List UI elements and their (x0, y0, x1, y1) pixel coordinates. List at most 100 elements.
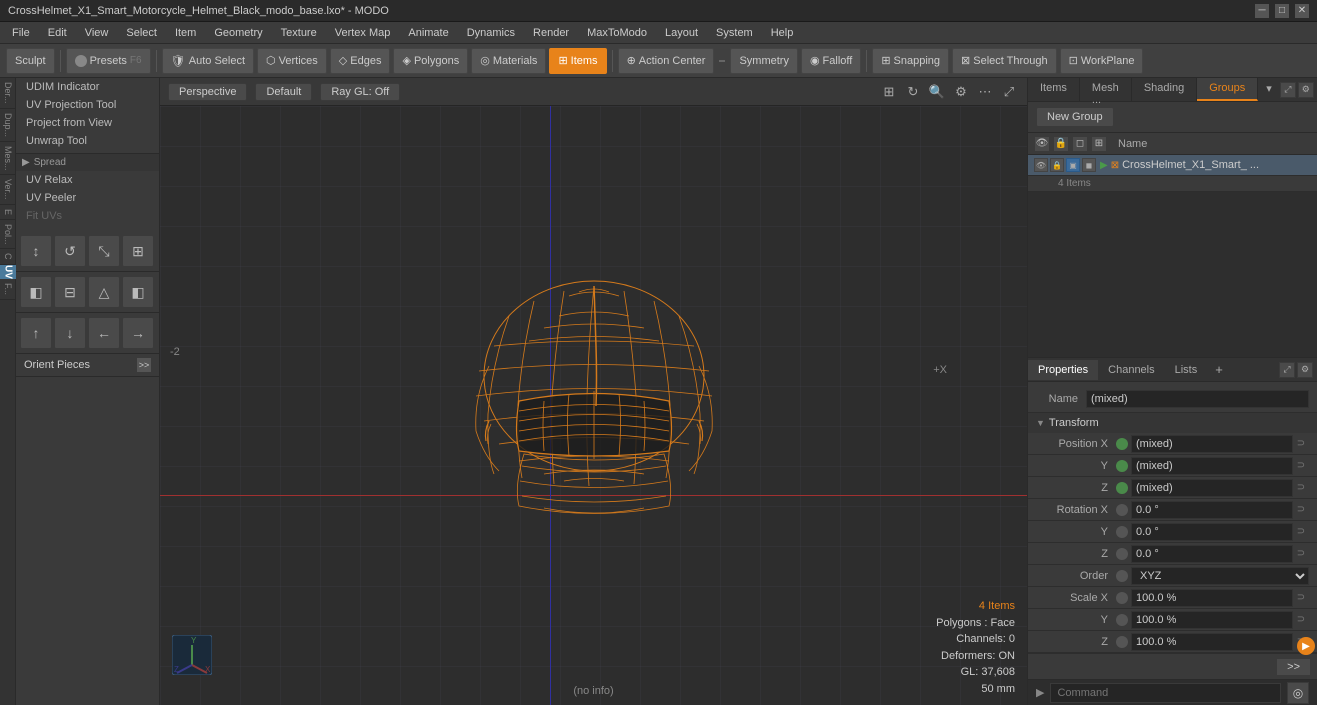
props-add-button[interactable]: + (1207, 358, 1231, 381)
vert-label-vert[interactable]: Ver... (0, 175, 15, 205)
props-expand-button[interactable]: ⤢ (1279, 362, 1295, 378)
props-more-button[interactable]: >> (1276, 658, 1311, 676)
panel-expand-button[interactable]: ⤢ (1280, 82, 1296, 98)
vertices-button[interactable]: ⬡ Vertices (257, 48, 327, 74)
order-select[interactable]: XYZ (1131, 567, 1309, 585)
gi-eye-icon[interactable]: 👁 (1034, 158, 1048, 172)
vert-label-mes[interactable]: Mes... (0, 142, 15, 176)
scale-z-input[interactable] (1131, 633, 1293, 651)
tool-icon-scale[interactable]: ⤡ (88, 235, 120, 267)
gi-render-icon[interactable]: ▣ (1066, 158, 1080, 172)
falloff-button[interactable]: ◉ Falloff (801, 48, 861, 74)
transform-section-header[interactable]: ▼ Transform (1028, 413, 1317, 433)
list-icon-lock[interactable]: 🔒 (1053, 136, 1069, 152)
position-y-input[interactable] (1131, 457, 1293, 475)
viewport-canvas[interactable]: -2 +X 4 Items Polygons : Face Channels: … (160, 106, 1027, 705)
scale-x-input[interactable] (1131, 589, 1293, 607)
menu-help[interactable]: Help (763, 25, 802, 41)
close-button[interactable]: ✕ (1295, 4, 1309, 18)
sculpt-button[interactable]: Sculpt (6, 48, 55, 74)
position-z-link-btn[interactable]: ⊃ (1293, 480, 1309, 496)
menu-system[interactable]: System (708, 25, 761, 41)
materials-button[interactable]: ◎ Materials (471, 48, 546, 74)
vert-label-f[interactable]: F... (0, 279, 15, 300)
menu-item[interactable]: Item (167, 25, 204, 41)
list-icon-box[interactable]: ◻ (1072, 136, 1088, 152)
props-tab-lists[interactable]: Lists (1165, 360, 1208, 380)
uv-projection-tool[interactable]: UV Projection Tool (16, 96, 159, 114)
tool-icon-select3[interactable]: △ (88, 276, 120, 308)
menu-render[interactable]: Render (525, 25, 577, 41)
command-run-button[interactable]: ◎ (1287, 682, 1309, 704)
polygons-button[interactable]: ◈ Polygons (393, 48, 468, 74)
rotation-z-link-btn[interactable]: ⊃ (1293, 546, 1309, 562)
tool-icon-transform[interactable]: ⊞ (122, 235, 154, 267)
menu-edit[interactable]: Edit (40, 25, 75, 41)
items-button[interactable]: ⊞ Items (549, 48, 606, 74)
minimize-button[interactable]: ─ (1255, 4, 1269, 18)
tool-icon-select4[interactable]: ◧ (122, 276, 154, 308)
vp-icon-settings[interactable]: ⚙ (951, 82, 971, 102)
position-x-input[interactable] (1131, 435, 1293, 453)
rotation-x-input[interactable] (1131, 501, 1293, 519)
auto-select-button[interactable]: 🛡 Auto Select (162, 48, 255, 74)
group-item[interactable]: 👁 🔒 ▣ ◼ ▶ ⊠ CrossHelmet_X1_Smart_ ... (1028, 155, 1317, 176)
orange-action-button[interactable]: ▶ (1297, 637, 1315, 655)
position-x-link-btn[interactable]: ⊃ (1293, 436, 1309, 452)
menu-view[interactable]: View (77, 25, 117, 41)
position-y-link-btn[interactable]: ⊃ (1293, 458, 1309, 474)
position-z-input[interactable] (1131, 479, 1293, 497)
tool-icon-select2[interactable]: ⊟ (54, 276, 86, 308)
scale-y-link-btn[interactable]: ⊃ (1293, 612, 1309, 628)
vert-label-der[interactable]: Der... (0, 78, 15, 109)
vert-label-e[interactable]: E (0, 205, 15, 220)
rotation-x-link-btn[interactable]: ⊃ (1293, 502, 1309, 518)
rotation-y-input[interactable] (1131, 523, 1293, 541)
menu-file[interactable]: File (4, 25, 38, 41)
edges-button[interactable]: ◇ Edges (330, 48, 391, 74)
menu-vertex-map[interactable]: Vertex Map (327, 25, 399, 41)
props-gear-button[interactable]: ⚙ (1297, 362, 1313, 378)
fit-uvs-tool[interactable]: Fit UVs (16, 207, 159, 225)
ray-gl-button[interactable]: Ray GL: Off (320, 83, 400, 101)
list-icon-grid[interactable]: ⊞ (1091, 136, 1107, 152)
name-input[interactable] (1086, 390, 1309, 408)
tool-icon-move[interactable]: ↕ (20, 235, 52, 267)
menu-dynamics[interactable]: Dynamics (459, 25, 523, 41)
snapping-button[interactable]: ⊞ Snapping (872, 48, 949, 74)
list-icon-eye[interactable]: 👁 (1034, 136, 1050, 152)
uv-peeler-tool[interactable]: UV Peeler (16, 189, 159, 207)
vp-expand-button[interactable]: ⤢ (999, 82, 1019, 102)
perspective-button[interactable]: Perspective (168, 83, 247, 101)
vp-icon-more[interactable]: ⋯ (975, 82, 995, 102)
new-group-button[interactable]: New Group (1036, 107, 1114, 127)
spread-group[interactable]: ▶ Spread (16, 154, 159, 171)
menu-texture[interactable]: Texture (273, 25, 325, 41)
menu-layout[interactable]: Layout (657, 25, 706, 41)
props-tab-properties[interactable]: Properties (1028, 360, 1098, 380)
maximize-button[interactable]: □ (1275, 4, 1289, 18)
tool-icon-rotate[interactable]: ↺ (54, 235, 86, 267)
default-button[interactable]: Default (255, 83, 312, 101)
vp-icon-grid[interactable]: ⊞ (879, 82, 899, 102)
select-through-button[interactable]: ⊠ Select Through (952, 48, 1057, 74)
tab-mesh[interactable]: Mesh ... (1080, 78, 1132, 101)
action-center-button[interactable]: ⊕ Action Center (618, 48, 715, 74)
orient-more-button[interactable]: >> (137, 358, 151, 372)
symmetry-button[interactable]: Symmetry (730, 48, 798, 74)
tool-icon-up[interactable]: ↑ (20, 317, 52, 349)
command-input[interactable] (1050, 683, 1281, 703)
props-tab-channels[interactable]: Channels (1098, 360, 1164, 380)
menu-maxtomodo[interactable]: MaxToModo (579, 25, 655, 41)
vert-label-dup[interactable]: Dup... (0, 109, 15, 142)
vert-label-pol[interactable]: Pol... (0, 220, 15, 250)
vp-icon-refresh[interactable]: ↻ (903, 82, 923, 102)
vert-label-c[interactable]: C (0, 249, 15, 265)
unwrap-tool[interactable]: Unwrap Tool (16, 132, 159, 150)
presets-button[interactable]: Presets F6 (66, 48, 151, 74)
project-from-view[interactable]: Project from View (16, 114, 159, 132)
uv-relax-tool[interactable]: UV Relax (16, 171, 159, 189)
tool-icon-left[interactable]: ← (88, 317, 120, 349)
tab-shading[interactable]: Shading (1132, 78, 1197, 101)
uv-mode-indicator[interactable]: UV (0, 265, 16, 279)
